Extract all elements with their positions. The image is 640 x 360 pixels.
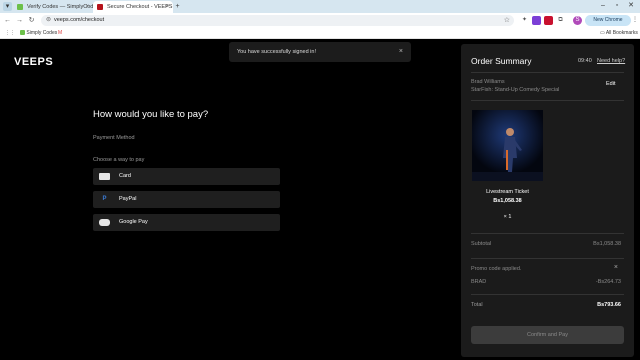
new-chrome-available-button[interactable]: New Chrome available: [585, 15, 631, 34]
bookmarks-bar: ⋮⋮ Simply Codes M ▭ All Bookmarks: [0, 28, 640, 39]
pay-option-paypal[interactable]: P PayPal: [93, 191, 280, 208]
new-tab-button[interactable]: +: [173, 2, 182, 11]
option-label: PayPal: [119, 196, 137, 202]
signin-toast: You have successfully signed in! ×: [229, 42, 411, 62]
subtotal-label: Subtotal: [471, 241, 492, 247]
total-value: Bs793.66: [597, 302, 621, 308]
bookmark-simply-codes[interactable]: Simply Codes: [20, 28, 57, 39]
all-bookmarks-folder[interactable]: ▭ All Bookmarks: [600, 28, 638, 39]
promo-code: BRAD: [471, 279, 487, 285]
event-poster-image: [472, 110, 543, 181]
puzzle-icon[interactable]: ⧉: [556, 16, 565, 25]
option-label: Google Pay: [119, 219, 148, 225]
bookmark-star-icon[interactable]: ☆: [504, 15, 510, 26]
divider: [471, 72, 624, 73]
extensions-grid-icon[interactable]: ✦: [520, 16, 529, 25]
more-menu-icon[interactable]: ⋮: [631, 16, 639, 25]
extension-icon[interactable]: [544, 16, 553, 25]
checkout-timer: 09:40: [578, 58, 592, 64]
close-icon[interactable]: ×: [399, 42, 403, 62]
all-bookmarks-label: All Bookmarks: [605, 30, 638, 36]
browser-toolbar: ← → ↻ ⊜ veeps.com/checkout ☆ ✦ ⧉ S New C…: [0, 13, 640, 34]
show-name: StarFish: Stand-Up Comedy Special: [471, 87, 560, 93]
edit-button[interactable]: Edit: [606, 81, 615, 87]
choose-way-label: Choose a way to pay: [93, 157, 145, 163]
subtotal-value: Bs1,058.38: [593, 241, 621, 247]
ticket-type: Livestream Ticket: [486, 189, 529, 195]
promo-applied-label: Promo code applied.: [471, 266, 522, 272]
tab-search-icon[interactable]: ▾: [3, 2, 12, 11]
payment-heading: How would you like to pay?: [93, 109, 209, 120]
tab-verify-codes[interactable]: Verify Codes — SimplyCodes ×: [13, 1, 99, 13]
pay-option-google-pay[interactable]: Google Pay: [93, 214, 280, 231]
reload-icon[interactable]: ↻: [27, 16, 36, 25]
order-summary-panel: Order Summary 09:40 Need help? Brad Will…: [461, 44, 634, 357]
pay-option-card[interactable]: Card: [93, 168, 280, 185]
apps-grid-icon[interactable]: ⋮⋮: [5, 28, 15, 39]
buyer-name: Brad Williams: [471, 79, 505, 85]
avatar[interactable]: S: [573, 16, 582, 25]
tab-secure-checkout[interactable]: Secure Checkout - VEEPS ×: [93, 1, 173, 13]
payment-method-label: Payment Method: [93, 135, 135, 141]
need-help-link[interactable]: Need help?: [597, 58, 625, 64]
simplycodes-favicon-icon: [20, 30, 25, 36]
paypal-icon: P: [102, 196, 107, 202]
extension-icon[interactable]: [532, 16, 541, 25]
summary-title: Order Summary: [471, 56, 532, 66]
gmail-icon[interactable]: M: [58, 28, 62, 39]
divider: [471, 294, 624, 295]
divider: [471, 233, 624, 234]
maximize-icon[interactable]: ▫: [610, 0, 624, 12]
close-tab-icon[interactable]: ×: [85, 1, 89, 13]
remove-promo-icon[interactable]: ×: [614, 264, 618, 271]
google-pay-icon: [99, 219, 110, 226]
toast-message: You have successfully signed in!: [237, 49, 316, 55]
divider: [471, 258, 624, 259]
veeps-favicon-icon: [97, 4, 103, 10]
minimize-icon[interactable]: –: [596, 0, 610, 12]
site-info-icon[interactable]: ⊜: [46, 17, 51, 24]
folder-icon: ▭: [600, 30, 605, 36]
close-window-icon[interactable]: ✕: [624, 0, 638, 12]
simplycodes-favicon-icon: [17, 4, 23, 10]
option-label: Card: [119, 173, 131, 179]
ticket-price: Bs1,058.38: [493, 198, 522, 204]
promo-discount: -Bs264.73: [595, 279, 621, 285]
address-bar[interactable]: ⊜ veeps.com/checkout ☆: [41, 15, 514, 26]
url-text: veeps.com/checkout: [54, 17, 105, 23]
checkout-page: VEEPS You have successfully signed in! ×…: [0, 39, 640, 360]
back-icon[interactable]: ←: [3, 16, 12, 25]
total-label: Total: [471, 302, 483, 308]
forward-icon[interactable]: →: [15, 16, 24, 25]
ticket-quantity: × 1: [503, 214, 512, 220]
credit-card-icon: [99, 173, 110, 180]
close-tab-icon[interactable]: ×: [165, 1, 169, 13]
browser-tab-strip: ▾ Verify Codes — SimplyCodes × Secure Ch…: [0, 0, 640, 13]
veeps-logo[interactable]: VEEPS: [14, 56, 53, 68]
divider: [471, 100, 624, 101]
confirm-and-pay-button[interactable]: Confirm and Pay: [471, 326, 624, 344]
bookmark-label: Simply Codes: [26, 30, 58, 36]
tab-title: Secure Checkout - VEEPS: [107, 4, 173, 10]
